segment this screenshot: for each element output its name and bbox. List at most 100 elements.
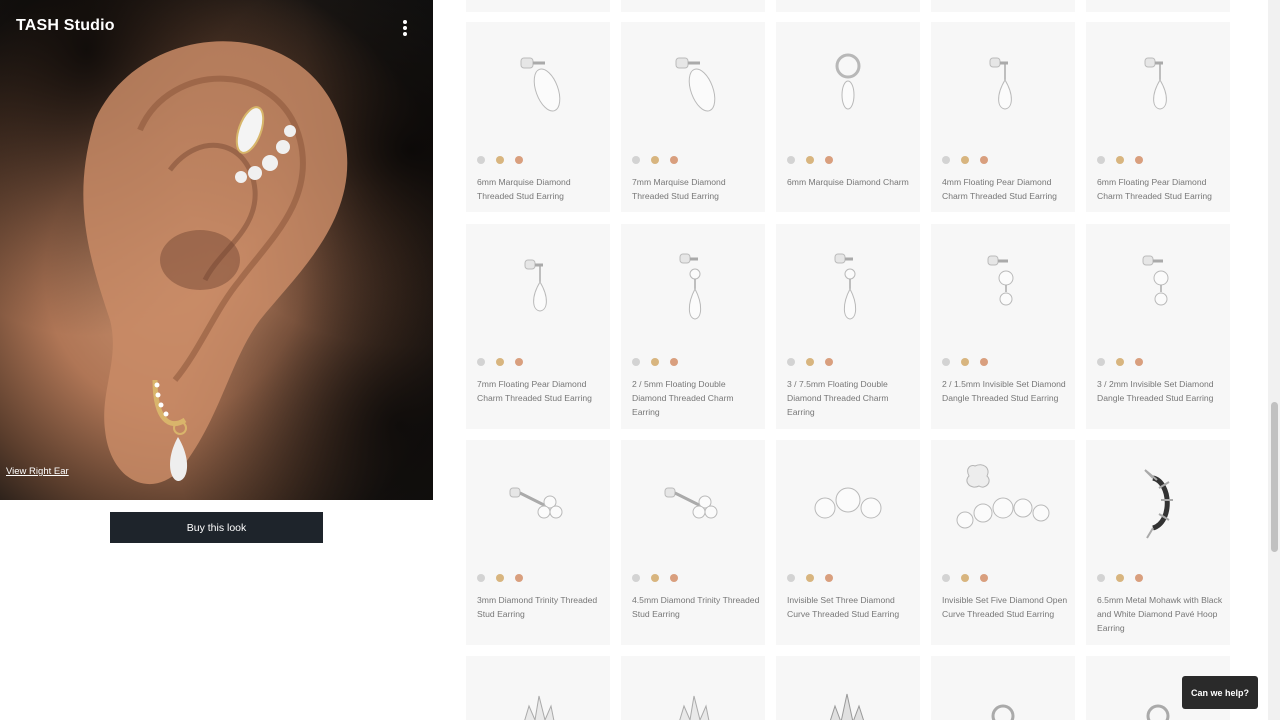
metal-swatch[interactable]: [632, 574, 640, 582]
metal-swatch[interactable]: [496, 156, 504, 164]
product-card-partial[interactable]: [621, 0, 765, 12]
product-card-partial[interactable]: [776, 0, 920, 12]
mohawk-hoop-icon: [1086, 440, 1230, 565]
product-card[interactable]: 4.5mm Diamond Trinity Threaded Stud Earr…: [621, 440, 765, 645]
metal-swatch[interactable]: [670, 156, 678, 164]
more-vertical-icon[interactable]: [396, 18, 414, 38]
product-card[interactable]: 7mm Floating Pear Diamond Charm Threaded…: [466, 224, 610, 429]
metal-swatch[interactable]: [1135, 574, 1143, 582]
product-card[interactable]: 6.5mm Metal Mohawk with Black and White …: [1086, 440, 1230, 645]
five-diamond-curve-icon: [931, 440, 1075, 565]
product-card[interactable]: 6mm Floating Pear Diamond Charm Threaded…: [1086, 22, 1230, 212]
metal-swatch[interactable]: [787, 574, 795, 582]
metal-swatch[interactable]: [980, 358, 988, 366]
product-card[interactable]: 3 / 7.5mm Floating Double Diamond Thread…: [776, 224, 920, 429]
view-right-ear-link[interactable]: View Right Ear: [6, 466, 69, 477]
metal-swatch[interactable]: [496, 574, 504, 582]
product-card[interactable]: 7mm Marquise Diamond Threaded Stud Earri…: [621, 22, 765, 212]
metal-swatch[interactable]: [961, 358, 969, 366]
product-name: 6.5mm Metal Mohawk with Black and White …: [1097, 595, 1223, 633]
metal-swatch[interactable]: [1116, 358, 1124, 366]
metal-swatch[interactable]: [787, 156, 795, 164]
spike-icon: [466, 656, 610, 720]
product-name: 4mm Floating Pear Diamond Charm Threaded…: [942, 177, 1057, 201]
pear-drop-icon: [931, 22, 1075, 147]
pear-drop-icon: [1086, 22, 1230, 147]
product-card[interactable]: [931, 656, 1075, 720]
product-card-partial[interactable]: [1086, 0, 1230, 12]
metal-swatches: [942, 156, 988, 164]
metal-swatch[interactable]: [670, 358, 678, 366]
product-card[interactable]: 3mm Diamond Trinity Threaded Stud Earrin…: [466, 440, 610, 645]
metal-swatch[interactable]: [942, 156, 950, 164]
product-name: 3mm Diamond Trinity Threaded Stud Earrin…: [477, 595, 598, 619]
product-name: Invisible Set Five Diamond Open Curve Th…: [942, 595, 1068, 619]
metal-swatch[interactable]: [515, 156, 523, 164]
metal-swatches: [632, 574, 678, 582]
metal-swatch[interactable]: [477, 358, 485, 366]
metal-swatch[interactable]: [651, 574, 659, 582]
product-card[interactable]: [466, 656, 610, 720]
product-card[interactable]: [776, 656, 920, 720]
metal-swatch[interactable]: [477, 574, 485, 582]
page: TASH Studio View Right Ear Buy this look…: [0, 0, 1280, 720]
product-card[interactable]: 3 / 2mm Invisible Set Diamond Dangle Thr…: [1086, 224, 1230, 429]
hero-image[interactable]: TASH Studio View Right Ear: [0, 0, 433, 500]
metal-swatch[interactable]: [1097, 574, 1105, 582]
product-name: 3 / 2mm Invisible Set Diamond Dangle Thr…: [1097, 379, 1214, 403]
product-card[interactable]: 4mm Floating Pear Diamond Charm Threaded…: [931, 22, 1075, 212]
metal-swatch[interactable]: [961, 574, 969, 582]
metal-swatch[interactable]: [651, 358, 659, 366]
charm-ring-icon: [776, 22, 920, 147]
spike-cluster-icon: [776, 656, 920, 720]
double-drop-icon: [621, 224, 765, 349]
dangle-icon: [1086, 224, 1230, 349]
metal-swatch[interactable]: [980, 156, 988, 164]
product-card[interactable]: 6mm Marquise Diamond Threaded Stud Earri…: [466, 22, 610, 212]
product-name: 7mm Floating Pear Diamond Charm Threaded…: [477, 379, 592, 403]
metal-swatch[interactable]: [477, 156, 485, 164]
metal-swatch[interactable]: [651, 156, 659, 164]
metal-swatch[interactable]: [942, 358, 950, 366]
product-card[interactable]: 2 / 1.5mm Invisible Set Diamond Dangle T…: [931, 224, 1075, 429]
metal-swatch[interactable]: [980, 574, 988, 582]
metal-swatch[interactable]: [806, 156, 814, 164]
metal-swatch[interactable]: [1116, 156, 1124, 164]
metal-swatch[interactable]: [1116, 574, 1124, 582]
product-card[interactable]: 6mm Marquise Diamond Charm: [776, 22, 920, 212]
buy-this-look-button[interactable]: Buy this look: [110, 512, 323, 543]
page-scrollbar[interactable]: [1268, 0, 1280, 720]
metal-swatch[interactable]: [825, 358, 833, 366]
metal-swatch[interactable]: [670, 574, 678, 582]
product-card-partial[interactable]: [931, 0, 1075, 12]
metal-swatch[interactable]: [806, 574, 814, 582]
scrollbar-thumb[interactable]: [1271, 402, 1278, 552]
product-card[interactable]: 2 / 5mm Floating Double Diamond Threaded…: [621, 224, 765, 429]
metal-swatch[interactable]: [496, 358, 504, 366]
hero-title: TASH Studio: [16, 17, 115, 34]
metal-swatch[interactable]: [825, 156, 833, 164]
metal-swatch[interactable]: [1097, 358, 1105, 366]
metal-swatch[interactable]: [632, 156, 640, 164]
metal-swatch[interactable]: [825, 574, 833, 582]
product-card[interactable]: Invisible Set Five Diamond Open Curve Th…: [931, 440, 1075, 645]
metal-swatches: [787, 358, 833, 366]
menu-dot: [403, 32, 407, 36]
metal-swatch[interactable]: [515, 358, 523, 366]
help-chat-button[interactable]: Can we help?: [1182, 676, 1258, 709]
metal-swatch[interactable]: [961, 156, 969, 164]
product-card[interactable]: [621, 656, 765, 720]
metal-swatches: [477, 156, 523, 164]
metal-swatch[interactable]: [515, 574, 523, 582]
metal-swatch[interactable]: [942, 574, 950, 582]
metal-swatch[interactable]: [632, 358, 640, 366]
metal-swatch[interactable]: [1135, 358, 1143, 366]
metal-swatch[interactable]: [1097, 156, 1105, 164]
metal-swatch[interactable]: [1135, 156, 1143, 164]
product-card[interactable]: Invisible Set Three Diamond Curve Thread…: [776, 440, 920, 645]
trinity-stud-icon: [466, 440, 610, 565]
metal-swatch[interactable]: [806, 358, 814, 366]
dangle-icon: [931, 224, 1075, 349]
metal-swatch[interactable]: [787, 358, 795, 366]
product-card-partial[interactable]: [466, 0, 610, 12]
